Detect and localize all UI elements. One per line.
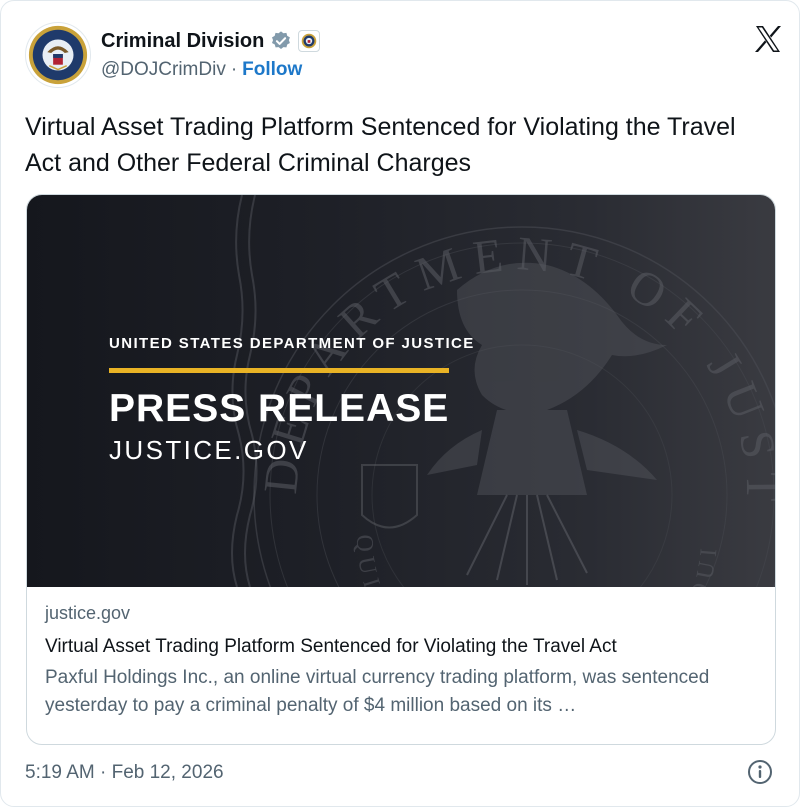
press-kicker: UNITED STATES DEPARTMENT OF JUSTICE xyxy=(109,335,475,352)
display-name[interactable]: Criminal Division xyxy=(101,30,264,53)
name-row: Criminal Division xyxy=(101,28,321,54)
timestamp[interactable]: 5:19 AM · Feb 12, 2026 xyxy=(25,762,224,784)
card-image: DEPARTMENT OF JUSTICE QUI PRO DOMINA JUS… xyxy=(27,195,775,587)
press-url: JUSTICE.GOV xyxy=(109,435,309,465)
follow-button[interactable]: Follow xyxy=(242,59,302,81)
press-release-banner: UNITED STATES DEPARTMENT OF JUSTICE PRES… xyxy=(109,335,475,466)
separator-dot: · xyxy=(230,59,238,80)
tweet-text: Virtual Asset Trading Platform Sentenced… xyxy=(25,113,736,177)
user-handle[interactable]: @DOJCrimDiv xyxy=(101,59,226,81)
doj-seal-affiliate-icon xyxy=(298,30,321,52)
card-body: justice.gov Virtual Asset Trading Platfo… xyxy=(45,603,757,720)
tweet-footer: 5:19 AM · Feb 12, 2026 xyxy=(25,759,777,789)
x-logo-icon[interactable] xyxy=(753,24,783,54)
card-domain: justice.gov xyxy=(45,603,131,623)
card-description: Paxful Holdings Inc., an online virtual … xyxy=(45,667,710,716)
link-preview-card[interactable]: DEPARTMENT OF JUSTICE QUI PRO DOMINA JUS… xyxy=(26,194,776,745)
tweet-header: Criminal Division @DOJCrimDiv · Follow xyxy=(25,22,785,88)
info-icon[interactable] xyxy=(747,759,773,785)
tweet-embed: Criminal Division @DOJCrimDiv · Follow V… xyxy=(0,0,800,807)
verified-badge-icon xyxy=(272,31,291,49)
gold-divider xyxy=(109,368,449,373)
press-title: PRESS RELEASE xyxy=(109,387,450,430)
avatar[interactable] xyxy=(25,22,91,88)
card-title[interactable]: Virtual Asset Trading Platform Sentenced… xyxy=(45,636,757,658)
handle-row: @DOJCrimDiv · Follow xyxy=(101,59,302,81)
